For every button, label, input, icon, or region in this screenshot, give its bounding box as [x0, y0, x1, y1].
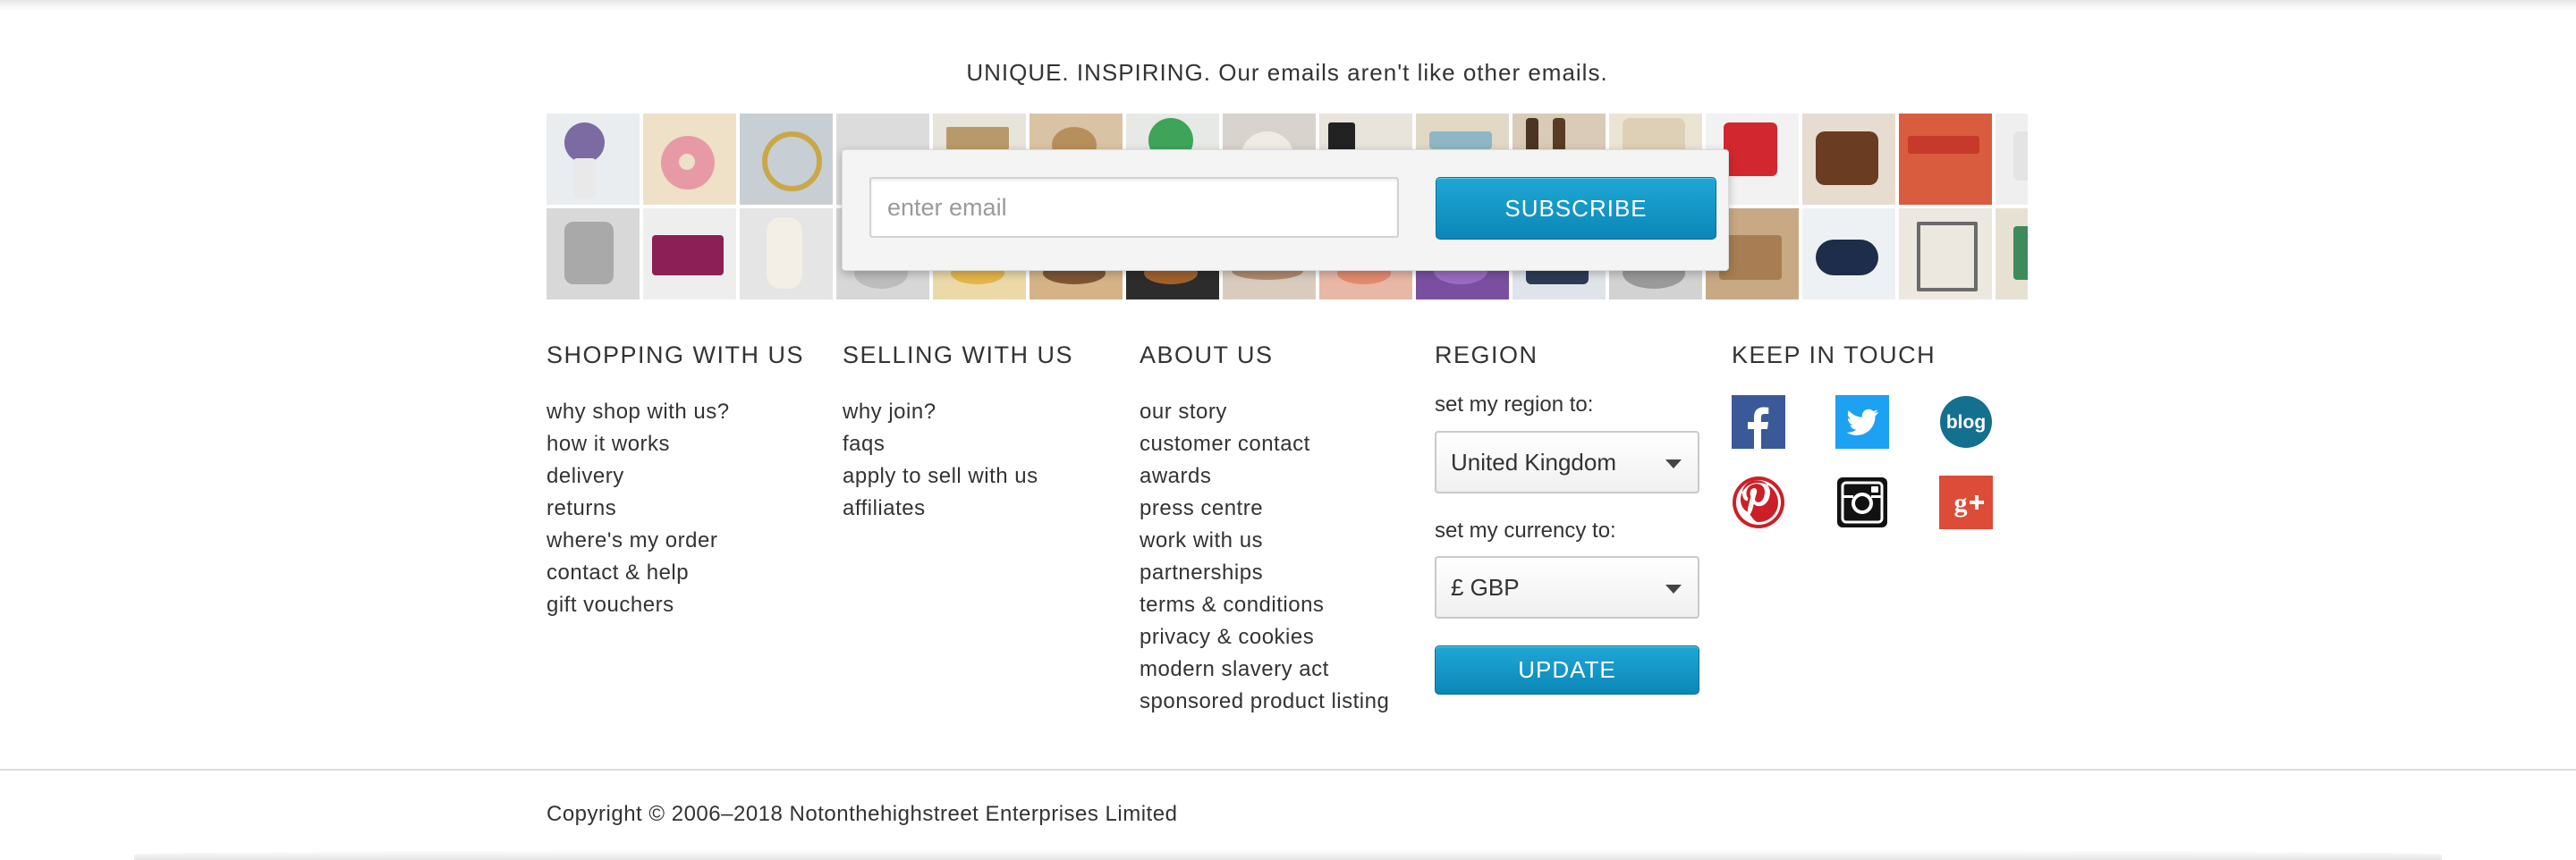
link-work-with-us[interactable]: work with us — [1140, 528, 1263, 552]
shopping-links: why shop with us? how it works delivery … — [547, 396, 833, 621]
chevron-down-icon — [1665, 460, 1682, 468]
subscribe-button[interactable]: SUBSCRIBE — [1436, 177, 1716, 240]
region-select-value: United Kingdom — [1451, 449, 1616, 476]
link-affiliates[interactable]: affiliates — [843, 496, 926, 520]
currency-select[interactable]: £ GBP — [1435, 556, 1699, 619]
link-privacy-cookies[interactable]: privacy & cookies — [1140, 625, 1314, 649]
region-label: set my region to: — [1435, 392, 1594, 417]
region-heading: REGION — [1435, 341, 1538, 368]
link-why-join[interactable]: why join? — [843, 400, 936, 424]
link-press-centre[interactable]: press centre — [1140, 496, 1263, 520]
keep-in-touch-heading: KEEP IN TOUCH — [1732, 341, 1936, 368]
svg-text:blog: blog — [1946, 412, 1986, 433]
email-input[interactable] — [869, 177, 1399, 238]
link-wheres-my-order[interactable]: where's my order — [547, 528, 717, 552]
link-partnerships[interactable]: partnerships — [1140, 561, 1263, 585]
instagram-icon[interactable] — [1835, 476, 1889, 529]
newsletter-tagline: UNIQUE. INSPIRING. Our emails aren't lik… — [966, 59, 1608, 86]
about-links: our story customer contact awards press … — [1140, 396, 1426, 718]
svg-text:g: g — [1954, 488, 1968, 518]
selling-links: why join? faqs apply to sell with us aff… — [843, 396, 1129, 525]
chevron-down-icon — [1665, 585, 1682, 594]
region-select[interactable]: United Kingdom — [1435, 431, 1699, 493]
footer-column-selling: SELLING WITH US why join? faqs apply to … — [843, 341, 1074, 520]
about-heading: ABOUT US — [1140, 341, 1274, 368]
facebook-icon[interactable] — [1732, 395, 1785, 449]
copyright-text: Copyright © 2006–2018 Notonthehighstreet… — [547, 802, 1178, 826]
selling-heading: SELLING WITH US — [843, 341, 1074, 368]
footer-column-keep-in-touch: KEEP IN TOUCH blog g — [1732, 341, 2027, 538]
currency-label: set my currency to: — [1435, 519, 1616, 543]
link-our-story[interactable]: our story — [1140, 400, 1227, 424]
footer-column-region: REGION set my region to: United Kingdom … — [1435, 341, 1703, 717]
link-terms-conditions[interactable]: terms & conditions — [1140, 593, 1324, 617]
link-customer-contact[interactable]: customer contact — [1140, 432, 1310, 456]
footer-column-about: ABOUT US our story customer contact awar… — [1140, 341, 1389, 713]
link-faqs[interactable]: faqs — [843, 432, 885, 456]
pinterest-icon[interactable] — [1732, 476, 1785, 529]
link-contact-help[interactable]: contact & help — [547, 561, 689, 585]
link-awards[interactable]: awards — [1140, 464, 1211, 488]
shopping-heading: SHOPPING WITH US — [547, 341, 805, 368]
link-how-it-works[interactable]: how it works — [547, 432, 670, 456]
update-button[interactable]: UPDATE — [1435, 645, 1699, 695]
link-modern-slavery-act[interactable]: modern slavery act — [1140, 657, 1329, 681]
google-plus-icon[interactable]: g — [1939, 476, 1993, 529]
link-returns[interactable]: returns — [547, 496, 616, 520]
currency-select-value: £ GBP — [1451, 574, 1520, 601]
link-sponsored-product-listing[interactable]: sponsored product listing — [1140, 689, 1389, 713]
footer-column-shopping: SHOPPING WITH US why shop with us? how i… — [547, 341, 805, 617]
twitter-icon[interactable] — [1835, 395, 1889, 449]
newsletter-signup-box: SUBSCRIBE — [842, 149, 1729, 271]
newsletter-signup-area: SUBSCRIBE — [547, 114, 2028, 299]
link-gift-vouchers[interactable]: gift vouchers — [547, 593, 674, 617]
page-bottom-shadow — [134, 849, 2442, 860]
blog-icon[interactable]: blog — [1939, 395, 1993, 449]
link-apply-to-sell[interactable]: apply to sell with us — [843, 464, 1038, 488]
header-shadow — [0, 0, 2576, 11]
footer-divider — [0, 769, 2576, 771]
link-delivery[interactable]: delivery — [547, 464, 624, 488]
link-why-shop[interactable]: why shop with us? — [547, 400, 730, 424]
